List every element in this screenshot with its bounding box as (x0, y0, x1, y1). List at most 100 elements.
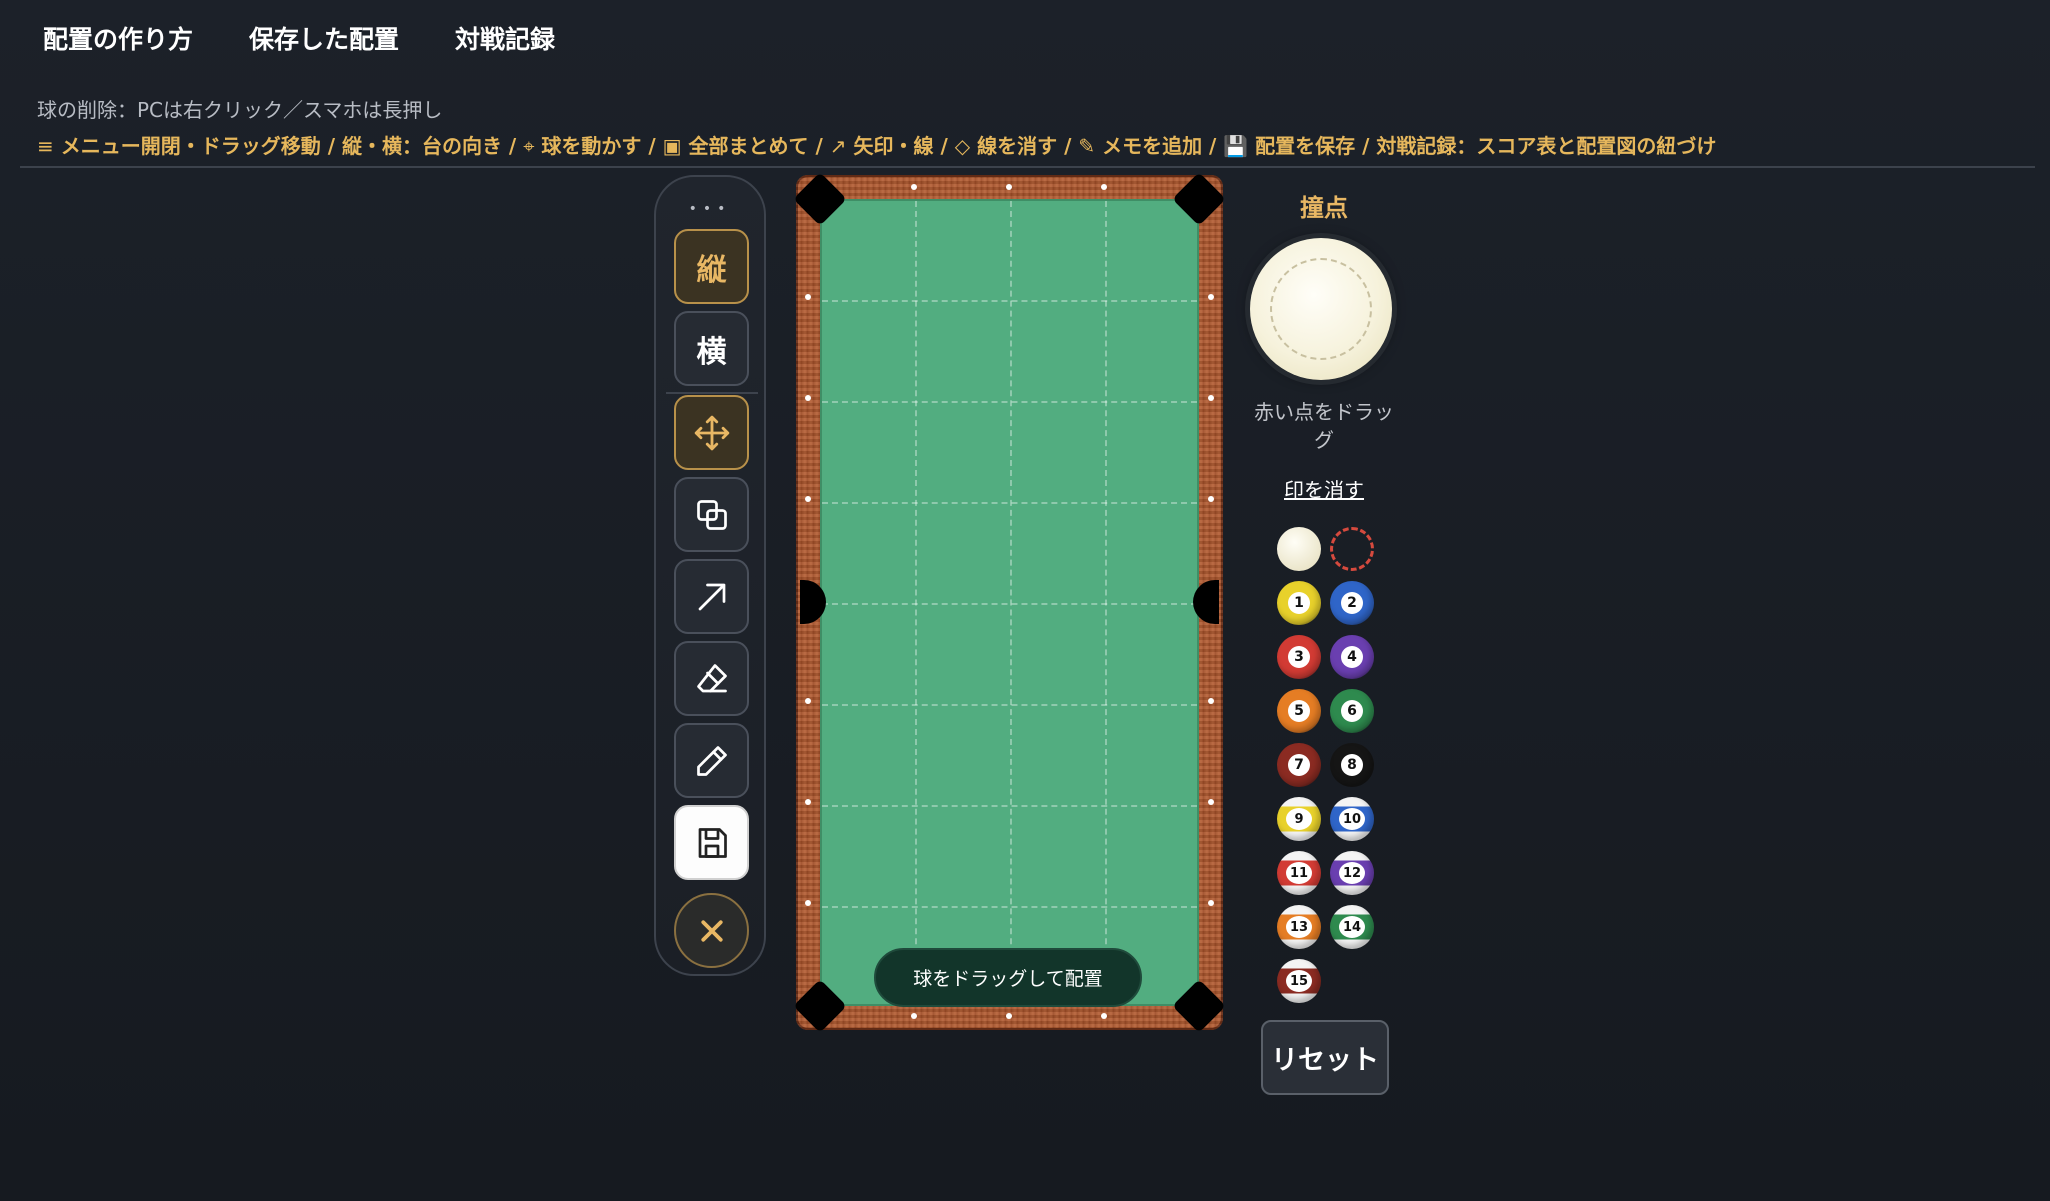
nav-match-records[interactable]: 対戦記録 (455, 20, 555, 56)
ball-8[interactable]: 8 (1330, 743, 1374, 787)
grid-line (822, 805, 1197, 807)
hint-text: 配置を保存 / 対戦記録：スコア表と配置図の紐づけ (1248, 134, 1717, 158)
ball-number: 13 (1286, 916, 1312, 938)
reset-button[interactable]: リセット (1261, 1020, 1389, 1095)
ball-15[interactable]: 15 (1277, 959, 1321, 1003)
ball-number: 14 (1339, 916, 1365, 938)
copy-icon (696, 499, 727, 530)
ball-4[interactable]: 4 (1330, 635, 1374, 679)
nav-saved-layouts[interactable]: 保存した配置 (249, 20, 399, 56)
grid-line (822, 300, 1197, 302)
ball-2[interactable]: 2 (1330, 581, 1374, 625)
divider (20, 166, 2035, 168)
hint-text: 球を動かす / (534, 134, 663, 158)
ball-number: 9 (1286, 808, 1312, 830)
ball-5[interactable]: 5 (1277, 689, 1321, 733)
nav-how-to[interactable]: 配置の作り方 (43, 20, 193, 56)
horizontal-label: 横 (696, 334, 727, 370)
strike-point-guide (1270, 258, 1372, 360)
ball-number: 1 (1288, 592, 1310, 614)
eraser-icon (696, 663, 727, 692)
diamond (1208, 294, 1214, 300)
diamond (1208, 698, 1214, 704)
strike-drag-hint: 赤い点をドラッグ (1254, 400, 1394, 452)
ball-number: 6 (1341, 700, 1363, 722)
hint-text: 矢印・線 / (846, 134, 955, 158)
ball-10[interactable]: 10 (1330, 797, 1374, 841)
arrow-line-button[interactable] (674, 559, 749, 634)
grid-line (822, 401, 1197, 403)
arrow-icon (698, 583, 725, 610)
grid-line (822, 502, 1197, 504)
clear-marks-link[interactable]: 印を消す (1250, 474, 1398, 503)
hint-icon: ⌖ (523, 134, 535, 158)
strike-point-title: 撞点 (1300, 194, 1348, 222)
drag-handle[interactable]: ••• (656, 201, 764, 217)
hint-icon: 💾 (1223, 134, 1249, 158)
ball-number: 4 (1341, 646, 1363, 668)
diamond (805, 799, 811, 805)
delete-hint: 球の削除：PCは右クリック／スマホは長押し (37, 98, 443, 122)
ball-13[interactable]: 13 (1277, 905, 1321, 949)
grid-line (822, 704, 1197, 706)
top-nav: 配置の作り方 保存した配置 対戦記録 (43, 20, 555, 56)
hint-text: 線を消す / (970, 134, 1079, 158)
hint-icon: ↗ (829, 134, 847, 158)
strike-point-ball[interactable] (1250, 238, 1392, 380)
vertical-orientation-button[interactable]: 縦 (674, 229, 749, 304)
pencil-icon (696, 745, 727, 776)
ball-14[interactable]: 14 (1330, 905, 1374, 949)
usage-hint: ≡ メニュー開閉・ドラッグ移動 / 縦・横：台の向き / ⌖ 球を動かす / ▣… (37, 130, 1716, 159)
cue-ball[interactable] (1277, 527, 1321, 571)
ball-9[interactable]: 9 (1277, 797, 1321, 841)
diamond (805, 294, 811, 300)
hint-icon: ◇ (954, 134, 971, 158)
diamond (1101, 1013, 1107, 1019)
ball-3[interactable]: 3 (1277, 635, 1321, 679)
hint-text: 全部まとめて / (681, 134, 830, 158)
table-felt[interactable] (820, 199, 1199, 1006)
close-icon (700, 919, 723, 942)
ball-number: 2 (1341, 592, 1363, 614)
diamond (1208, 799, 1214, 805)
hint-icon: ✎ (1078, 134, 1096, 158)
hint-icon: ≡ (37, 134, 54, 158)
pool-table: 球をドラッグして配置 (793, 172, 1226, 1033)
toolbar-divider (666, 392, 758, 394)
ball-12[interactable]: 12 (1330, 851, 1374, 895)
diamond (911, 184, 917, 190)
move-icon (694, 415, 729, 450)
save-icon (698, 827, 727, 858)
ball-6[interactable]: 6 (1330, 689, 1374, 733)
diamond (805, 395, 811, 401)
ball-number: 11 (1286, 862, 1312, 884)
ball-number: 8 (1341, 754, 1363, 776)
diamond (805, 496, 811, 502)
close-toolbar-button[interactable] (674, 893, 749, 968)
ball-number: 3 (1288, 646, 1310, 668)
horizontal-orientation-button[interactable]: 横 (674, 311, 749, 386)
diamond (911, 1013, 917, 1019)
tool-panel: ••• 縦 横 (654, 175, 766, 976)
ball-number: 7 (1288, 754, 1310, 776)
move-ball-button[interactable] (674, 395, 749, 470)
hint-text: メニュー開閉・ドラッグ移動 / 縦・横：台の向き / (53, 134, 524, 158)
diamond (1208, 900, 1214, 906)
hint-text: メモを追加 / (1095, 134, 1224, 158)
add-memo-button[interactable] (674, 723, 749, 798)
diamond (1208, 395, 1214, 401)
erase-line-button[interactable] (674, 641, 749, 716)
hint-icon: ▣ (662, 134, 682, 158)
diamond (1006, 184, 1012, 190)
diamond (805, 900, 811, 906)
ball-1[interactable]: 1 (1277, 581, 1321, 625)
save-layout-button[interactable] (674, 805, 749, 880)
ball-7[interactable]: 7 (1277, 743, 1321, 787)
ball-11[interactable]: 11 (1277, 851, 1321, 895)
marker-ball[interactable] (1330, 527, 1374, 571)
grid-line (822, 603, 1197, 605)
vertical-label: 縦 (696, 252, 727, 288)
select-all-button[interactable] (674, 477, 749, 552)
diamond (805, 698, 811, 704)
grid-line (822, 906, 1197, 908)
